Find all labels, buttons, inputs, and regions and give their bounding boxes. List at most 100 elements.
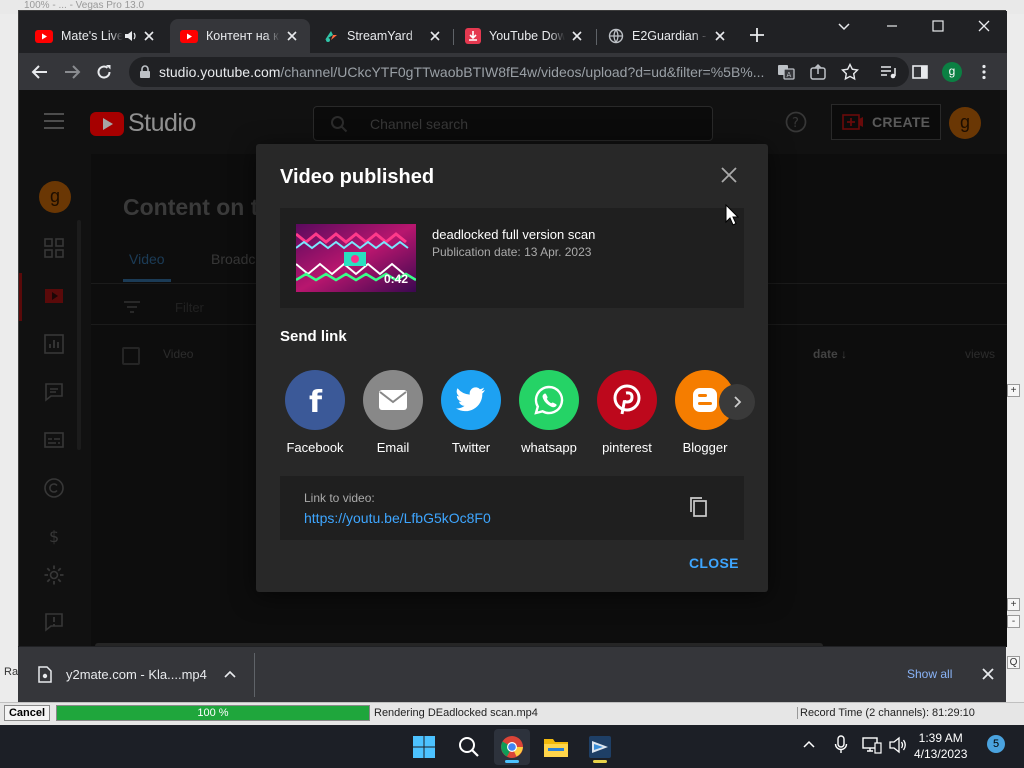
close-icon[interactable] — [720, 166, 744, 190]
close-downloads-icon[interactable] — [981, 667, 995, 681]
tray-chevron-up-icon[interactable] — [802, 738, 816, 750]
vegas-left-panel — [0, 14, 18, 704]
share-label: pinterest — [602, 440, 652, 455]
taskbar-explorer-button[interactable] — [538, 729, 574, 765]
forward-icon[interactable] — [61, 61, 83, 83]
youtube-icon — [35, 29, 53, 43]
dialog-title: Video published — [280, 166, 435, 188]
video-link-box: Link to video: https://youtu.be/LfbG5kOc… — [280, 476, 744, 540]
microphone-icon[interactable] — [834, 735, 848, 755]
svg-text:A: A — [787, 71, 792, 79]
video-card: 0:42 deadlocked full version scan Public… — [280, 208, 744, 308]
running-app-indicator — [593, 760, 607, 763]
address-bar[interactable]: studio.youtube.com/channel/UCkcYTF0gTTwa… — [129, 57, 909, 87]
profile-avatar[interactable]: g — [941, 61, 963, 83]
tab-youtube-downloader[interactable]: YouTube Downloader — [455, 19, 595, 53]
vegas-left-label: Ra — [4, 666, 19, 678]
lock-icon — [140, 65, 150, 78]
tab-e2guardian[interactable]: E2Guardian - Access Denied — [598, 19, 738, 53]
chrome-icon — [501, 736, 523, 758]
side-panel-icon[interactable] — [909, 61, 931, 83]
vegas-zoom-out-button[interactable]: - — [1007, 615, 1020, 628]
publication-date: Publication date: 13 Apr. 2023 — [432, 245, 592, 259]
chevron-down-icon[interactable] — [837, 19, 855, 37]
close-window-icon[interactable] — [977, 19, 995, 37]
copy-icon[interactable] — [688, 496, 712, 520]
send-link-heading: Send link — [280, 328, 347, 345]
file-icon — [38, 666, 52, 683]
mouse-cursor-icon — [725, 204, 739, 226]
clock-date: 4/13/2023 — [914, 747, 968, 761]
whatsapp-icon — [519, 370, 579, 430]
video-thumbnail[interactable]: 0:42 — [296, 224, 416, 292]
taskbar-search-button[interactable] — [451, 729, 487, 765]
vegas-status-bar: Cancel 100 % Rendering DEadlocked scan.m… — [0, 702, 1024, 725]
progress-text: 100 % — [197, 707, 229, 719]
close-tab-icon[interactable] — [284, 28, 300, 44]
media-control-icon[interactable] — [877, 61, 899, 83]
active-app-indicator — [505, 760, 519, 763]
close-tab-icon[interactable] — [141, 28, 157, 44]
share-page-icon[interactable] — [809, 63, 827, 81]
streamyard-icon — [325, 31, 337, 42]
tab-content-active[interactable]: Контент на канале — [170, 19, 310, 53]
volume-icon[interactable] — [888, 736, 908, 754]
browser-toolbar: studio.youtube.com/channel/UCkcYTF0gTTwa… — [19, 53, 1007, 90]
link-label: Link to video: — [304, 491, 375, 505]
show-all-downloads[interactable]: Show all — [907, 667, 952, 681]
download-file-name[interactable]: y2mate.com - Kla....mp4 — [66, 667, 207, 682]
video-link[interactable]: https://youtu.be/LfbG5kOc8F0 — [304, 510, 491, 526]
speaker-icon[interactable] — [123, 29, 137, 43]
notification-badge[interactable]: 5 — [987, 735, 1005, 753]
start-button[interactable] — [406, 729, 442, 765]
reload-icon[interactable] — [93, 61, 115, 83]
download-icon — [465, 28, 481, 44]
tab-mates-live[interactable]: Mate's Live — [25, 19, 167, 53]
chevron-right-icon[interactable] — [719, 384, 755, 420]
record-time: Record Time (2 channels): 81:29:10 — [797, 707, 975, 719]
pinterest-icon — [597, 370, 657, 430]
cancel-render-button[interactable]: Cancel — [4, 705, 50, 721]
network-icon[interactable] — [862, 736, 882, 754]
minimize-icon[interactable] — [885, 19, 903, 37]
vegas-zoom-tool-button[interactable]: Q — [1007, 656, 1020, 669]
taskbar-vegas-button[interactable] — [582, 729, 618, 765]
email-icon — [363, 370, 423, 430]
new-tab-icon[interactable] — [749, 27, 769, 47]
maximize-icon[interactable] — [931, 19, 949, 37]
taskbar-chrome-button[interactable] — [494, 729, 530, 765]
tab-strip: Mate's Live Контент на канале StreamYard… — [19, 11, 1007, 53]
close-tab-icon[interactable] — [569, 28, 585, 44]
bookmark-star-icon[interactable] — [841, 63, 859, 81]
close-button[interactable]: CLOSE — [689, 555, 739, 571]
system-clock[interactable]: 1:39 AM 4/13/2023 — [914, 730, 967, 762]
windows-taskbar: 1:39 AM 4/13/2023 5 — [0, 725, 1024, 768]
video-published-dialog: Video published 0:42 deadlocked full ver… — [256, 144, 768, 592]
vegas-zoom-in-button[interactable]: + — [1007, 384, 1020, 397]
kebab-menu-icon[interactable] — [973, 61, 995, 83]
close-tab-icon[interactable] — [712, 28, 728, 44]
facebook-icon: f — [285, 370, 345, 430]
share-twitter-button[interactable]: Twitter — [436, 370, 506, 455]
clock-time: 1:39 AM — [918, 731, 963, 745]
share-whatsapp-button[interactable]: whatsapp — [514, 370, 584, 455]
share-pinterest-button[interactable]: pinterest — [592, 370, 662, 455]
vegas-zoom-in-button-2[interactable]: + — [1007, 598, 1020, 611]
rendering-status: Rendering DEadlocked scan.mp4 — [374, 707, 538, 719]
tab-title: Контент на канале — [206, 29, 280, 43]
tab-title: E2Guardian - Access Denied — [632, 29, 708, 43]
share-email-button[interactable]: Email — [358, 370, 428, 455]
twitter-icon — [441, 370, 501, 430]
chevron-up-icon[interactable] — [223, 668, 237, 680]
tab-streamyard[interactable]: StreamYard — [313, 19, 453, 53]
svg-text:f: f — [309, 385, 323, 415]
close-tab-icon[interactable] — [427, 28, 443, 44]
profile-initial: g — [942, 62, 962, 82]
translate-icon[interactable]: A — [777, 63, 795, 81]
back-icon[interactable] — [29, 61, 51, 83]
video-duration: 0:42 — [383, 272, 408, 286]
share-facebook-button[interactable]: f Facebook — [280, 370, 350, 455]
vegas-icon — [589, 736, 611, 758]
search-icon — [459, 737, 479, 757]
url-text[interactable]: studio.youtube.com/channel/UCkcYTF0gTTwa… — [159, 64, 769, 80]
